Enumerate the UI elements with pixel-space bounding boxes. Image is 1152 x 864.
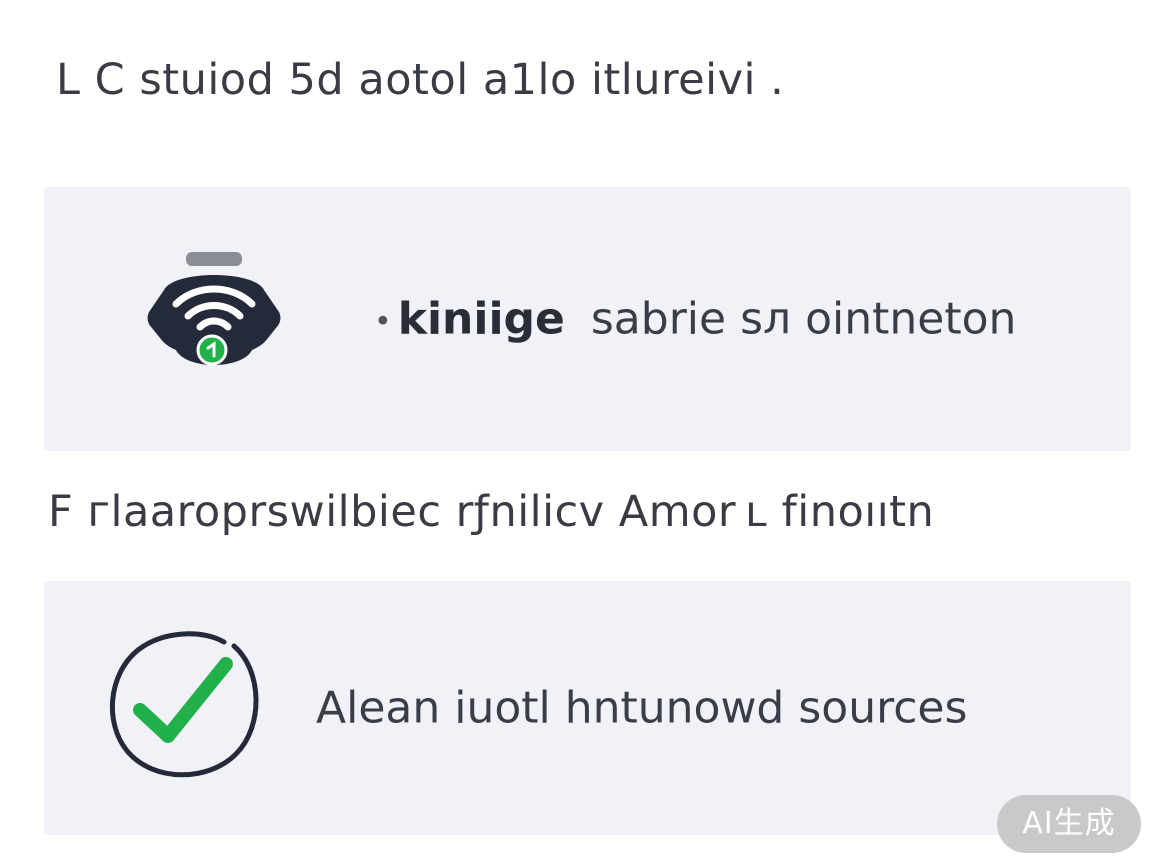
section-heading-2: F гlaaroprѕwilbiec rƒnilicv Amor ʟ finoı… (48, 487, 935, 537)
wifi-lock-icon (144, 252, 284, 386)
card-2-description: Alean iuotl hntunowd sources (316, 682, 968, 734)
card-1-text: • kiniige sabrie sл ointneton (374, 294, 1016, 345)
info-card-2[interactable]: Alean iuotl hntunowd sources (44, 581, 1131, 835)
card-1-description: sabrie sл ointneton (590, 293, 1017, 345)
bullet-icon: • (374, 304, 392, 339)
info-card-1[interactable]: • kiniige sabrie sл ointneton (44, 187, 1131, 451)
check-circle-icon (104, 624, 268, 792)
card-1-title: kiniige (397, 293, 565, 345)
ai-generated-badge: AI生成 (997, 795, 1141, 853)
section-heading-1: L C stuiod 5d aotol a1lo itlureivi . (56, 55, 785, 105)
